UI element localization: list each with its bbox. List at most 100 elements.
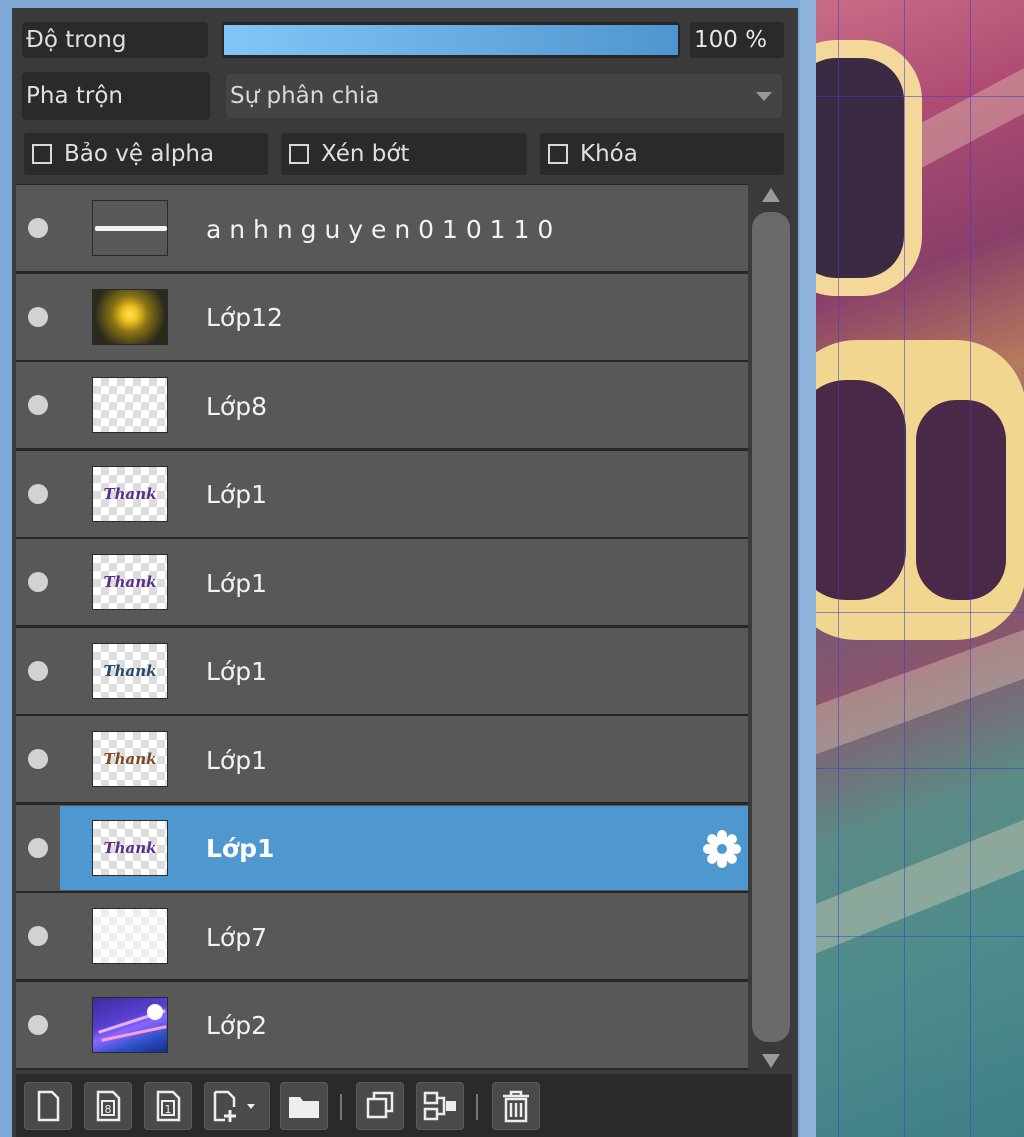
duplicate-layer-button[interactable] xyxy=(356,1082,404,1130)
layer-name: a n h n g u y e n 0 1 0 1 1 0 xyxy=(206,214,554,244)
clipping-label: Xén bớt xyxy=(321,141,410,167)
protect-alpha-label: Bảo vệ alpha xyxy=(64,141,215,167)
opacity-value[interactable]: 100 % xyxy=(690,22,784,58)
add-layer-dropdown-icon xyxy=(213,1090,255,1122)
layer-row[interactable]: Lớp2 xyxy=(16,980,748,1069)
canvas-guide xyxy=(816,612,1024,613)
chevron-down-icon xyxy=(756,92,772,101)
layer-name: Lớp1 xyxy=(206,834,275,863)
visibility-toggle-icon[interactable] xyxy=(28,1014,48,1035)
thumbnail-script-text: Thank xyxy=(103,661,157,680)
new-layer-icon xyxy=(37,1090,60,1122)
canvas-artwork-letter xyxy=(916,400,1006,600)
layer-row[interactable]: Lớp12 xyxy=(16,272,748,361)
layer-thumbnail xyxy=(92,200,168,256)
layer-row[interactable]: Thank Lớp1 xyxy=(16,803,748,892)
merge-down-icon xyxy=(423,1091,456,1121)
layer-thumbnail xyxy=(92,908,168,964)
layer-name: Lớp1 xyxy=(206,745,267,775)
visibility-toggle-icon[interactable] xyxy=(28,926,48,946)
clipping-checkbox[interactable]: Xén bớt xyxy=(281,133,527,175)
toolbar-divider xyxy=(476,1094,478,1120)
merge-down-button[interactable] xyxy=(416,1082,464,1130)
canvas-stripe xyxy=(816,800,1024,963)
layer-name: Lớp7 xyxy=(206,922,267,952)
canvas-guide xyxy=(838,0,839,1137)
layer-row[interactable]: Lớp8 xyxy=(16,361,748,449)
layer-row[interactable]: Lớp7 xyxy=(16,892,748,980)
opacity-slider[interactable] xyxy=(222,22,680,58)
layer-thumbnail: Thank xyxy=(92,465,168,522)
layer-list: a n h n g u y e n 0 1 0 1 1 0 Lớp12 Lớp8 Th… xyxy=(16,184,748,1070)
layer-toolbar: 8 1 xyxy=(16,1074,792,1137)
svg-text:1: 1 xyxy=(165,1103,172,1116)
drawing-canvas[interactable] xyxy=(816,0,1024,1137)
layer-row[interactable]: Thank Lớp1 xyxy=(16,715,748,803)
toolbar-divider xyxy=(340,1094,342,1120)
thumbnail-script-text: Thank xyxy=(103,573,157,591)
layer-row[interactable]: Thank Lớp1 xyxy=(16,538,748,626)
layer-row[interactable]: a n h n g u y e n 0 1 0 1 1 0 xyxy=(16,184,748,272)
visibility-toggle-icon[interactable] xyxy=(28,395,48,415)
blend-mode-label: Pha trộn xyxy=(22,72,210,120)
new-folder-button[interactable] xyxy=(280,1082,328,1130)
scroll-down-icon[interactable] xyxy=(762,1054,780,1068)
layer-thumbnail: Thank xyxy=(92,554,168,610)
visibility-toggle-icon[interactable] xyxy=(28,660,48,681)
new-8bit-layer-button[interactable]: 8 xyxy=(84,1082,132,1130)
scrollbar-thumb[interactable] xyxy=(752,212,790,1042)
canvas-artwork-letter xyxy=(816,380,906,600)
layer-row[interactable]: Thank Lớp1 xyxy=(16,626,748,715)
layer-row[interactable]: Thank Lớp1 xyxy=(16,449,748,538)
canvas-guide xyxy=(816,96,1024,97)
scroll-up-icon[interactable] xyxy=(762,188,780,202)
checkbox-icon xyxy=(548,144,568,164)
lock-checkbox[interactable]: Khóa xyxy=(540,133,784,175)
layer-thumbnail xyxy=(92,377,168,433)
canvas-guide xyxy=(816,936,1024,937)
thumbnail-script-text: Thank xyxy=(103,750,157,768)
checkbox-icon xyxy=(289,144,309,164)
add-layer-dropdown-button[interactable] xyxy=(204,1082,270,1130)
layer-name: Lớp2 xyxy=(206,1011,267,1040)
canvas-guide xyxy=(970,0,971,1137)
delete-layer-icon xyxy=(503,1090,529,1123)
canvas-border xyxy=(800,0,816,1137)
layer-name: Lớp1 xyxy=(206,657,267,686)
layer-name: Lớp8 xyxy=(206,391,267,421)
layer-thumbnail xyxy=(92,288,168,345)
visibility-toggle-icon[interactable] xyxy=(28,218,48,238)
new-folder-icon xyxy=(289,1097,319,1118)
duplicate-layer-icon xyxy=(366,1091,394,1119)
blend-mode-value: Sự phân chia xyxy=(230,83,380,109)
canvas-guide xyxy=(904,0,905,1137)
protect-alpha-checkbox[interactable]: Bảo vệ alpha xyxy=(24,133,268,175)
visibility-toggle-icon[interactable] xyxy=(28,749,48,769)
visibility-toggle-icon[interactable] xyxy=(28,306,48,327)
canvas-guide xyxy=(816,768,1024,769)
layer-name: Lớp1 xyxy=(206,480,267,509)
layer-name: Lớp1 xyxy=(206,568,267,598)
layer-thumbnail: Thank xyxy=(92,642,168,699)
thumbnail-script-text: Thank xyxy=(103,838,157,857)
visibility-toggle-icon[interactable] xyxy=(28,837,48,858)
svg-text:8: 8 xyxy=(105,1103,112,1116)
thumbnail-script-text: Thank xyxy=(103,484,157,503)
canvas-artwork-letter xyxy=(816,40,922,296)
delete-layer-button[interactable] xyxy=(492,1082,540,1130)
layer-name: Lớp12 xyxy=(206,303,283,332)
layer-thumbnail: Thank xyxy=(92,819,168,876)
new-layer-button[interactable] xyxy=(24,1082,72,1130)
new-1bit-layer-button[interactable]: 1 xyxy=(144,1082,192,1130)
opacity-slider-fill xyxy=(224,25,678,55)
checkbox-icon xyxy=(32,144,52,164)
visibility-toggle-icon[interactable] xyxy=(28,572,48,592)
gear-icon[interactable] xyxy=(702,829,742,869)
lock-label: Khóa xyxy=(580,141,638,167)
layer-thumbnail: Thank xyxy=(92,731,168,787)
visibility-toggle-icon[interactable] xyxy=(28,483,48,504)
new-1bit-layer-icon: 1 xyxy=(156,1090,181,1122)
layer-thumbnail xyxy=(92,996,168,1053)
blend-mode-select[interactable]: Sự phân chia xyxy=(226,74,782,118)
new-8bit-layer-icon: 8 xyxy=(96,1090,121,1122)
